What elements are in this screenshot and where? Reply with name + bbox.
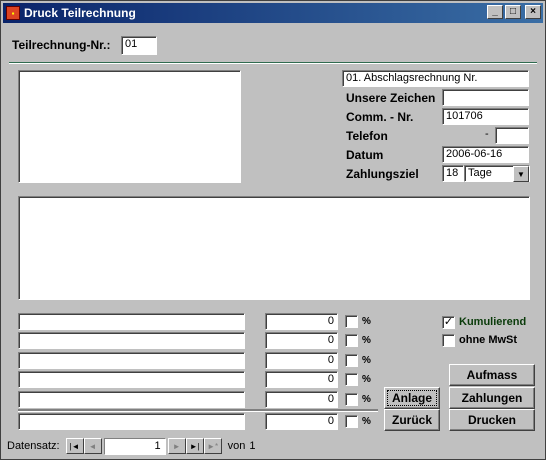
zahlungen-button[interactable]: Zahlungen [449,387,535,409]
line-text-field[interactable] [18,332,245,349]
first-record-button[interactable]: |◄ [65,438,84,454]
record-total: 1 [249,440,256,452]
new-record-button[interactable]: ►* [203,438,222,454]
percent-label: % [362,355,371,366]
chevron-down-icon[interactable]: ▼ [513,166,529,182]
of-label: von [227,440,246,452]
teilrechnung-nr-field[interactable]: 01 [121,36,157,55]
zurueck-button[interactable]: Zurück [384,409,440,431]
percent-checkbox[interactable] [345,415,358,428]
prev-record-button[interactable]: ◄ [83,438,102,454]
percent-label: % [362,394,371,405]
percent-checkbox[interactable] [345,334,358,347]
datum-label: Datum [346,148,384,162]
line-amount-field[interactable]: 0 [265,391,338,408]
percent-label: % [362,374,371,385]
total-separator [18,409,378,412]
ohne-mwst-label: ohne MwSt [459,334,518,346]
telefon-field[interactable] [495,127,529,144]
memo-box[interactable] [18,196,530,300]
line-amount-field[interactable]: 0 [265,332,338,349]
anlage-button[interactable]: Anlage [384,387,440,409]
record-navigator: Datensatz: |◄ ◄ 1 ► ►| ►* von 1 [7,436,255,456]
last-record-button[interactable]: ►| [185,438,204,454]
maximize-button[interactable]: □ [505,5,521,19]
percent-checkbox[interactable] [345,315,358,328]
rechnung-title-field[interactable]: 01. Abschlagsrechnung Nr. [342,70,529,87]
minimize-button[interactable]: _ [487,5,503,19]
zahlungsziel-label: Zahlungsziel [346,167,419,181]
title-bar[interactable]: ▪ Druck Teilrechnung _ □ × [3,3,543,23]
kumulierend-checkbox[interactable]: ✓ [442,316,455,329]
header-separator [9,62,537,64]
comm-nr-label: Comm. - Nr. [346,110,414,124]
percent-checkbox[interactable] [345,393,358,406]
percent-label: % [362,316,371,327]
line-text-field[interactable] [18,352,245,369]
percent-label: % [362,416,371,427]
line-amount-field[interactable]: 0 [265,313,338,330]
comm-nr-field[interactable]: 101706 [442,108,529,125]
line-text-field[interactable] [18,391,245,408]
telefon-dash: - [485,128,489,140]
datensatz-label: Datensatz: [7,440,60,452]
telefon-label: Telefon [346,129,388,143]
teilrechnung-nr-label: Teilrechnung-Nr.: [12,38,111,52]
aufmass-button[interactable]: Aufmass [449,364,535,386]
percent-label: % [362,335,371,346]
percent-checkbox[interactable] [345,354,358,367]
line-amount-field[interactable]: 0 [265,413,338,430]
drucken-button[interactable]: Drucken [449,409,535,431]
access-form-icon: ▪ [6,6,20,20]
line-amount-field[interactable]: 0 [265,371,338,388]
line-text-field[interactable] [18,371,245,388]
line-amount-field[interactable]: 0 [265,352,338,369]
unsere-zeichen-field[interactable] [442,89,529,106]
next-record-button[interactable]: ► [167,438,186,454]
zahlungsziel-days-field[interactable]: 18 [442,165,464,182]
percent-checkbox[interactable] [345,373,358,386]
line-text-field[interactable] [18,413,245,430]
datum-field[interactable]: 2006-06-16 [442,146,529,163]
dialog-window: ▪ Druck Teilrechnung _ □ × Teilrechnung-… [0,0,546,460]
window-title: Druck Teilrechnung [24,6,136,20]
line-text-field[interactable] [18,313,245,330]
address-box[interactable] [18,70,241,183]
unsere-zeichen-label: Unsere Zeichen [346,91,436,105]
kumulierend-label: Kumulierend [459,316,527,328]
close-button[interactable]: × [525,5,541,19]
ohne-mwst-checkbox[interactable] [442,334,455,347]
record-number-field[interactable]: 1 [103,437,166,455]
